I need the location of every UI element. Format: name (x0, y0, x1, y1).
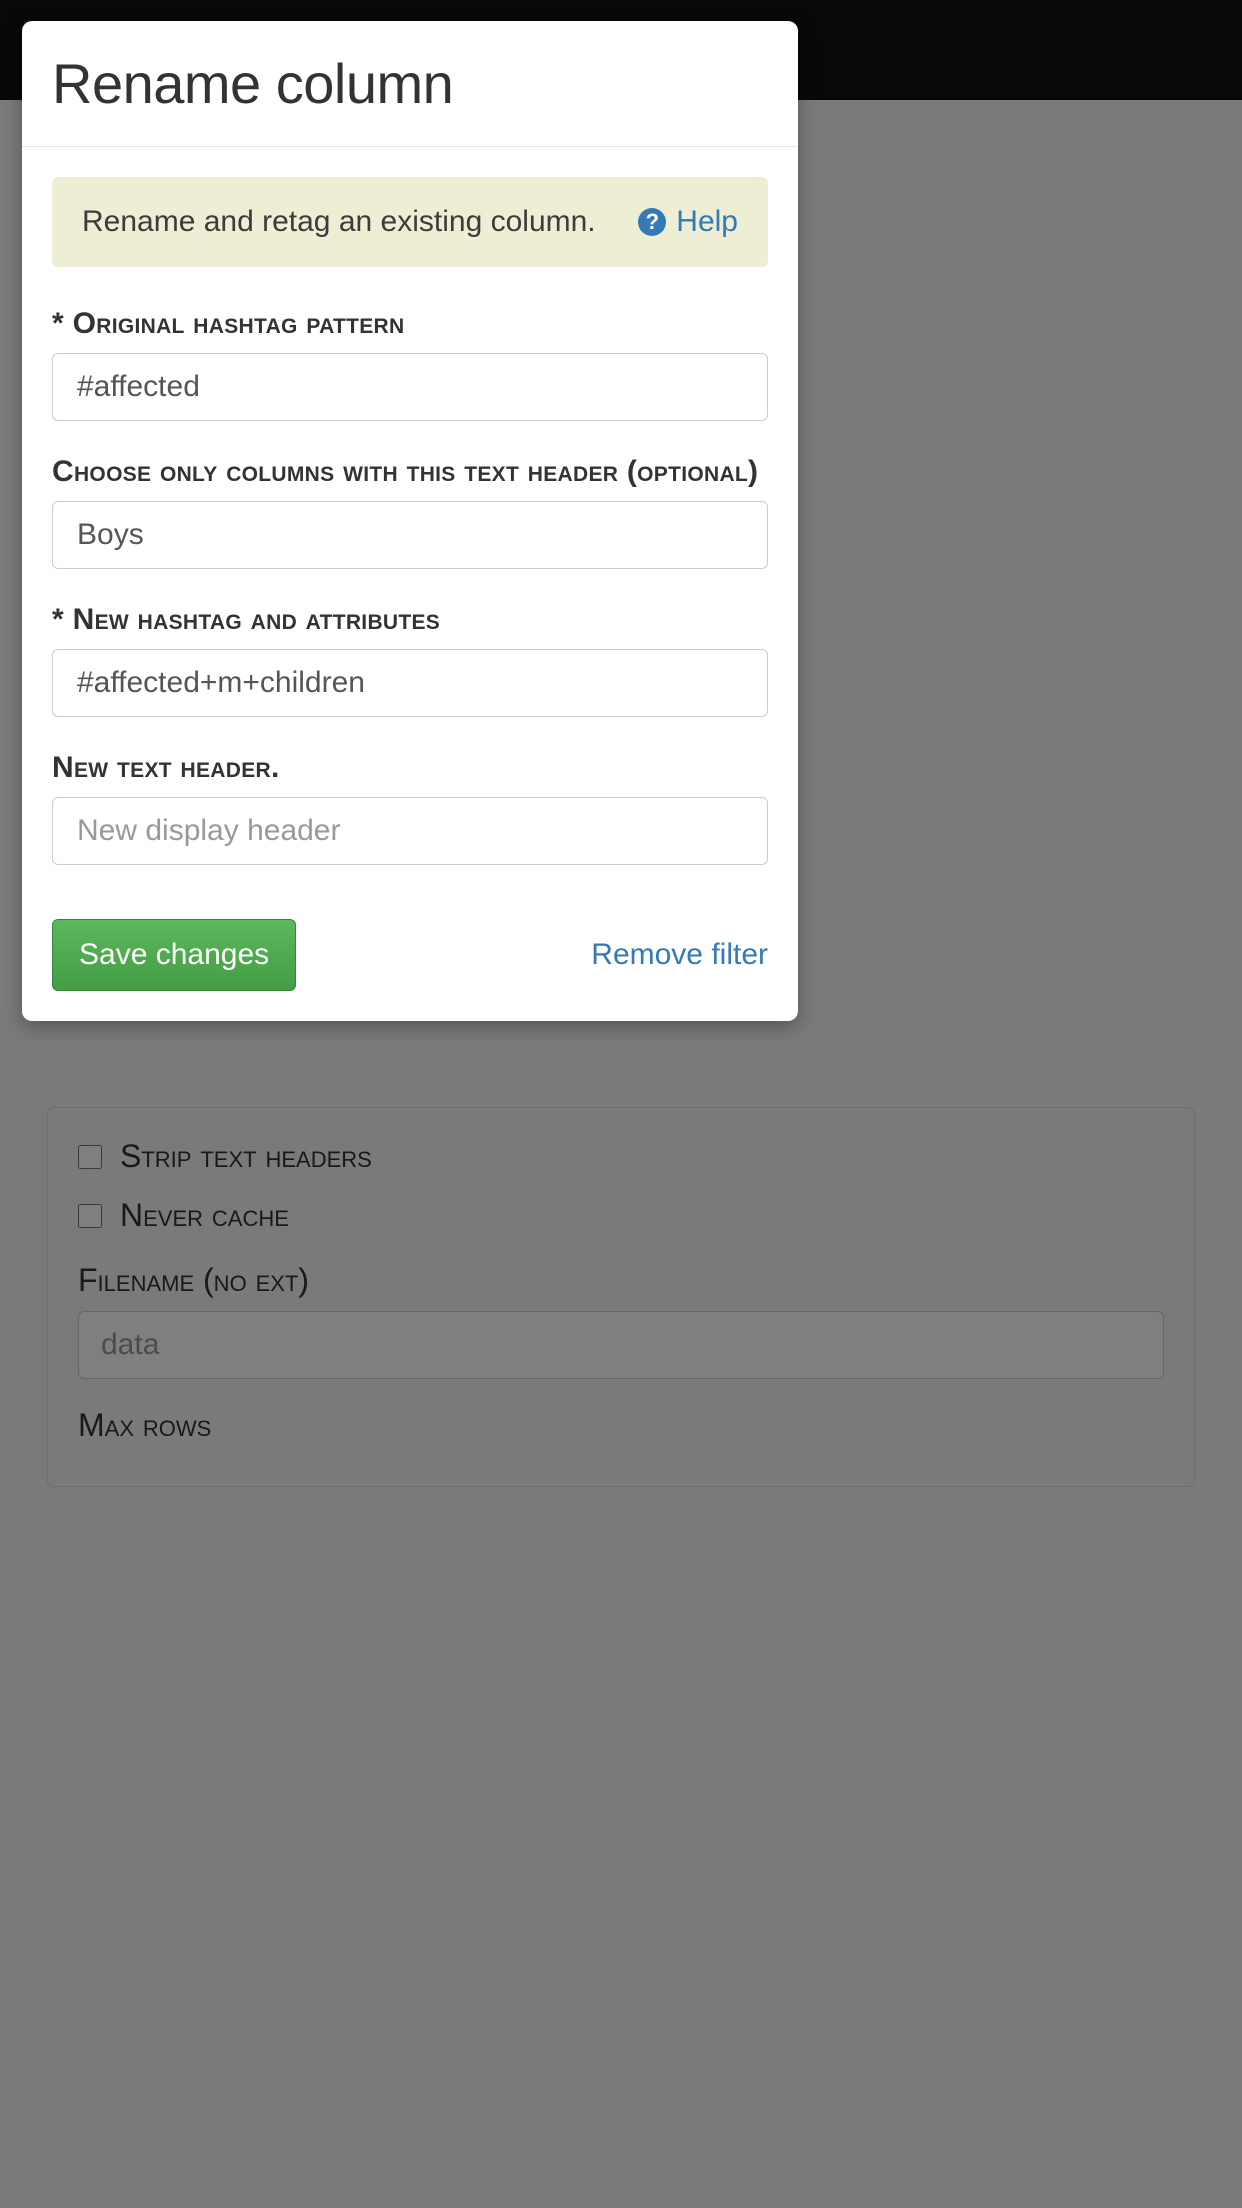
remove-filter-link[interactable]: Remove filter (591, 938, 768, 972)
save-changes-button[interactable]: Save changes (52, 919, 296, 991)
new-hashtag-label: * New hashtag and attributes (52, 603, 768, 637)
help-link[interactable]: ? Help (638, 205, 738, 239)
new-hashtag-input[interactable] (52, 649, 768, 717)
alert-text: Rename and retag an existing column. (82, 205, 596, 239)
rename-column-modal: Rename column Rename and retag an existi… (22, 21, 798, 1021)
help-link-label: Help (676, 205, 738, 239)
original-hashtag-label: * Original hashtag pattern (52, 307, 768, 341)
modal-info-alert: Rename and retag an existing column. ? H… (52, 177, 768, 267)
text-header-filter-label: Choose only columns with this text heade… (52, 455, 768, 489)
modal-title: Rename column (52, 51, 768, 116)
text-header-filter-input[interactable] (52, 501, 768, 569)
original-hashtag-input[interactable] (52, 353, 768, 421)
modal-header: Rename column (22, 21, 798, 147)
new-text-header-label: New text header. (52, 751, 768, 785)
new-text-header-input[interactable] (52, 797, 768, 865)
help-icon: ? (638, 208, 666, 236)
